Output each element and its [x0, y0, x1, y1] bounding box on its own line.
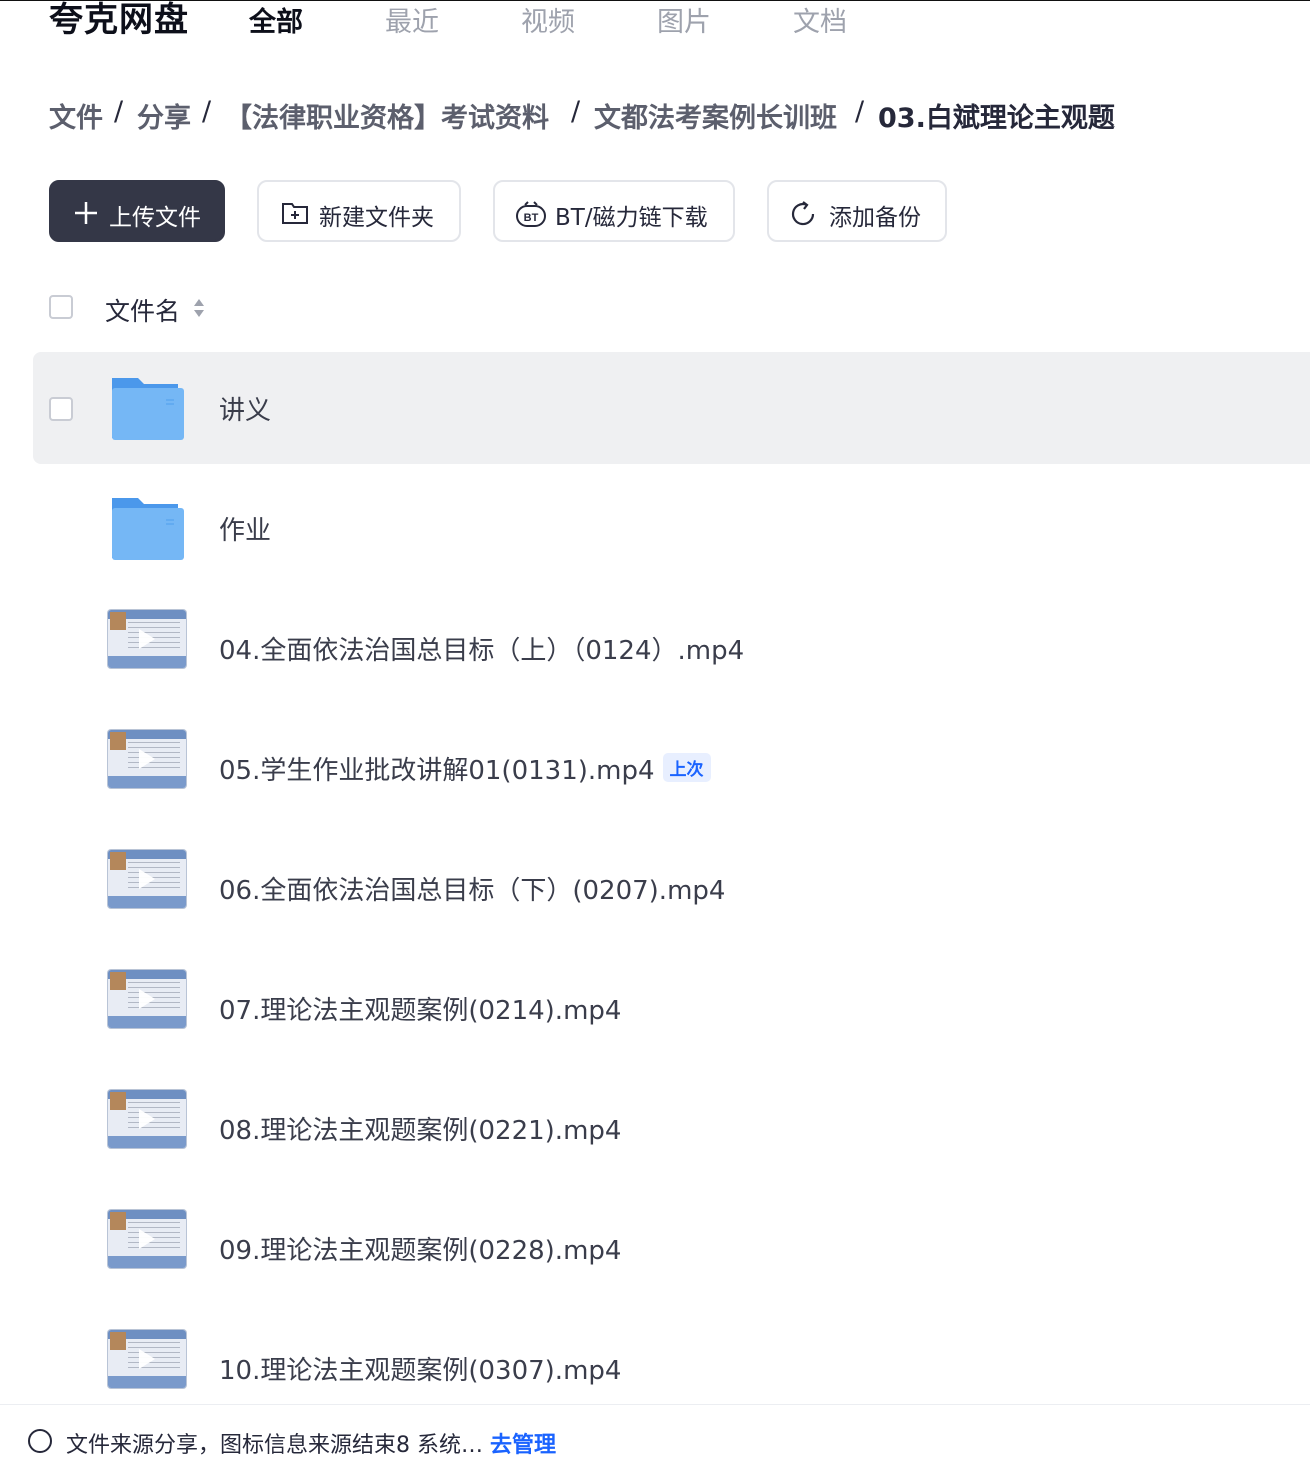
last-played-badge: 上次	[662, 753, 711, 782]
play-icon	[139, 989, 155, 1009]
video-thumbnail	[108, 970, 186, 1028]
bt-download-button-label: BT/磁力链下载	[555, 205, 708, 231]
new-folder-button[interactable]: 新建文件夹	[257, 180, 461, 242]
select-all-checkbox[interactable]	[49, 295, 73, 319]
breadcrumb-separator: /	[855, 96, 865, 127]
file-name[interactable]: 07.理论法主观题案例(0214).mp4	[219, 990, 621, 1027]
file-name[interactable]: 06.全面依法治国总目标（下）(0207).mp4	[219, 870, 725, 907]
sync-icon	[791, 201, 815, 226]
sort-icon[interactable]	[192, 297, 206, 319]
file-row-folder[interactable]: 作业	[33, 472, 1310, 584]
footer-notice-text: 文件来源分享，图标信息来源结束8 系统… 去管理	[66, 1427, 556, 1459]
file-row-video[interactable]: 09.理论法主观题案例(0228).mp4	[33, 1192, 1310, 1304]
play-icon	[139, 1229, 155, 1249]
file-name[interactable]: 04.全面依法治国总目标（上）（0124）.mp4	[219, 630, 744, 667]
file-row-video[interactable]: 04.全面依法治国总目标（上）（0124）.mp4	[33, 592, 1310, 704]
bt-icon: BT	[516, 201, 546, 227]
breadcrumb-item-files[interactable]: 文件	[49, 96, 103, 135]
video-thumbnail	[108, 1330, 186, 1388]
footer-notice-message: 文件来源分享，图标信息来源结束8 系统…	[66, 1433, 483, 1458]
file-row-folder[interactable]: 讲义	[33, 352, 1310, 464]
folder-icon	[112, 498, 184, 560]
upload-button[interactable]: 上传文件	[49, 180, 225, 242]
bt-download-button[interactable]: BT BT/磁力链下载	[493, 180, 735, 242]
video-thumbnail	[108, 1210, 186, 1268]
footer-notice-bar: 文件来源分享，图标信息来源结束8 系统… 去管理	[0, 1404, 1310, 1458]
video-thumbnail	[108, 610, 186, 668]
play-icon	[139, 749, 155, 769]
column-header-filename[interactable]: 文件名	[105, 292, 180, 328]
play-icon	[139, 629, 155, 649]
file-name[interactable]: 08.理论法主观题案例(0221).mp4	[219, 1110, 621, 1147]
play-icon	[139, 1109, 155, 1129]
tab-images[interactable]: 图片	[657, 0, 711, 39]
tab-docs[interactable]: 文档	[793, 0, 847, 39]
new-folder-button-label: 新建文件夹	[319, 205, 434, 231]
video-thumbnail	[108, 1090, 186, 1148]
file-name[interactable]: 10.理论法主观题案例(0307).mp4	[219, 1350, 621, 1387]
tab-recent[interactable]: 最近	[385, 0, 439, 39]
file-row-video[interactable]: 06.全面依法治国总目标（下）(0207).mp4	[33, 832, 1310, 944]
file-name[interactable]: 09.理论法主观题案例(0228).mp4	[219, 1230, 621, 1267]
file-row-video[interactable]: 08.理论法主观题案例(0221).mp4	[33, 1072, 1310, 1184]
file-name-text: 05.学生作业批改讲解01(0131).mp4	[219, 756, 655, 786]
breadcrumb-separator: /	[114, 96, 124, 127]
info-icon	[28, 1429, 52, 1453]
tab-all[interactable]: 全部	[249, 0, 303, 39]
file-name[interactable]: 作业	[219, 510, 271, 547]
footer-manage-link[interactable]: 去管理	[490, 1433, 556, 1458]
app-logo: 夸克网盘	[49, 0, 189, 40]
play-icon	[139, 869, 155, 889]
svg-text:BT: BT	[524, 212, 539, 224]
upload-button-label: 上传文件	[109, 205, 201, 231]
breadcrumb-item-exam-materials[interactable]: 【法律职业资格】考试资料	[225, 96, 549, 135]
breadcrumb-separator: /	[202, 96, 212, 127]
breadcrumb-item-share[interactable]: 分享	[137, 96, 191, 135]
plus-icon	[75, 202, 97, 224]
video-thumbnail	[108, 730, 186, 788]
add-backup-button[interactable]: 添加备份	[767, 180, 947, 242]
breadcrumb-item-current: 03.白斌理论主观题	[878, 103, 1115, 134]
breadcrumb-item-course[interactable]: 文都法考案例长训班	[594, 96, 837, 135]
tab-video[interactable]: 视频	[521, 0, 575, 39]
file-row-video[interactable]: 07.理论法主观题案例(0214).mp4	[33, 952, 1310, 1064]
add-backup-button-label: 添加备份	[829, 205, 921, 231]
folder-plus-icon	[282, 203, 308, 224]
file-name[interactable]: 05.学生作业批改讲解01(0131).mp4 上次	[219, 750, 711, 787]
window-top-border	[0, 0, 1310, 1]
file-row-video[interactable]: 05.学生作业批改讲解01(0131).mp4 上次	[33, 712, 1310, 824]
breadcrumb-separator: /	[571, 96, 581, 127]
row-checkbox[interactable]	[49, 397, 73, 421]
video-thumbnail	[108, 850, 186, 908]
play-icon	[139, 1349, 155, 1369]
file-name[interactable]: 讲义	[219, 390, 271, 427]
file-row-video[interactable]: 10.理论法主观题案例(0307).mp4	[33, 1312, 1310, 1402]
folder-icon	[112, 378, 184, 440]
